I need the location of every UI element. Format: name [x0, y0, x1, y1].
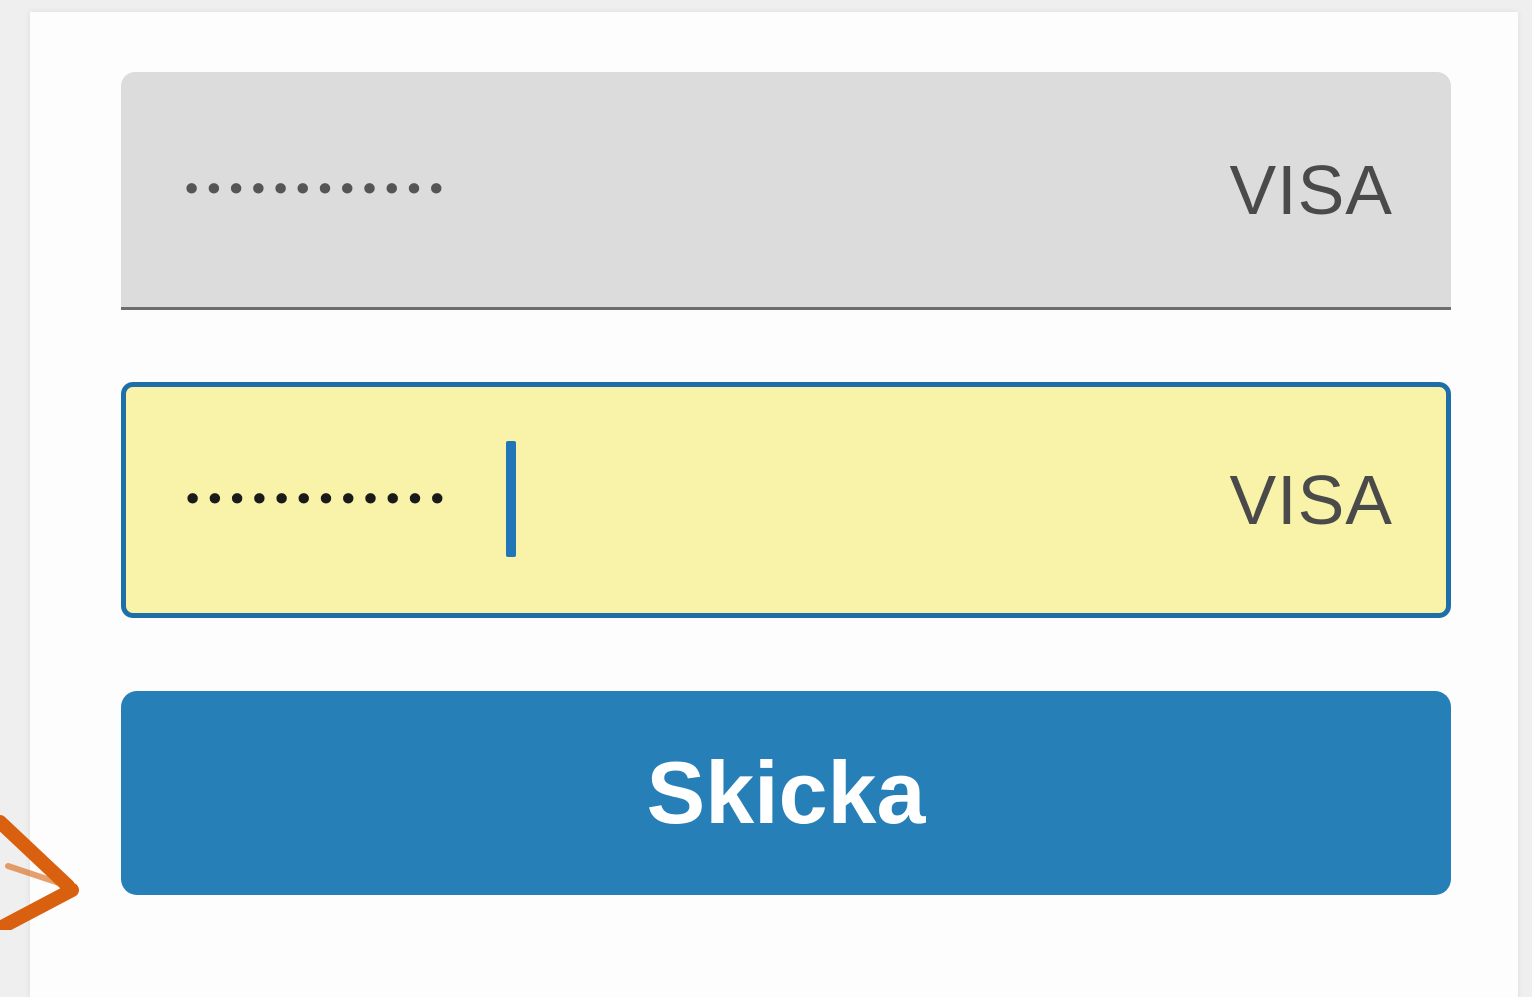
- confirm-card-number-field[interactable]: •••••••••••• VISA: [121, 382, 1451, 618]
- text-cursor: [506, 441, 516, 557]
- card-brand-label: VISA: [1229, 150, 1393, 229]
- card-number-value: ••••••••••••: [181, 169, 448, 210]
- arrow-right-icon: [0, 815, 79, 930]
- page: •••••••••••• VISA •••••••••••• VISA Skic…: [0, 0, 1532, 997]
- card-number-field[interactable]: •••••••••••• VISA: [121, 72, 1451, 310]
- confirm-card-number-value: ••••••••••••: [182, 479, 449, 521]
- submit-button[interactable]: Skicka: [121, 691, 1451, 895]
- confirm-card-brand-label: VISA: [1229, 461, 1393, 539]
